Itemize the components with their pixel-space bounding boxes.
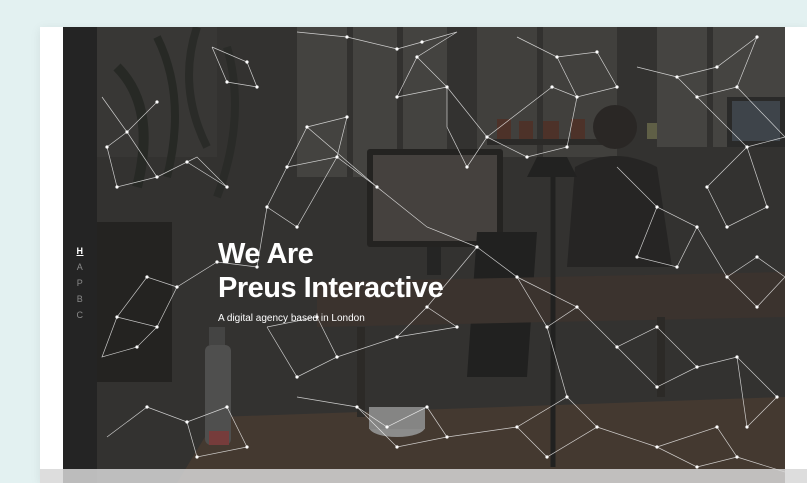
nav-item-c[interactable]: C — [63, 307, 97, 323]
nav-item-a[interactable]: A — [63, 259, 97, 275]
nav-item-p[interactable]: P — [63, 275, 97, 291]
hero-subtitle: A digital agency based in London — [218, 313, 365, 324]
nav-item-b[interactable]: B — [63, 291, 97, 307]
hero-heading-line-2: Preus Interactive — [218, 272, 444, 304]
side-navigation: H A P B C — [63, 27, 97, 483]
hero-section: We Are Preus Interactive A digital agenc… — [97, 27, 785, 483]
hero-text-block: We Are Preus Interactive A digital agenc… — [218, 237, 444, 325]
nav-item-h[interactable]: H — [63, 243, 97, 259]
hero-heading: We Are Preus Interactive — [218, 237, 444, 305]
nav-list: H A P B C — [63, 243, 97, 323]
frame-right-strip — [785, 27, 807, 483]
website-preview: H A P B C We Are Preus Interactive A dig… — [40, 27, 807, 483]
frame-left-strip — [40, 27, 63, 483]
bottom-bar — [40, 469, 807, 483]
hero-heading-line-1: We Are — [218, 238, 314, 270]
